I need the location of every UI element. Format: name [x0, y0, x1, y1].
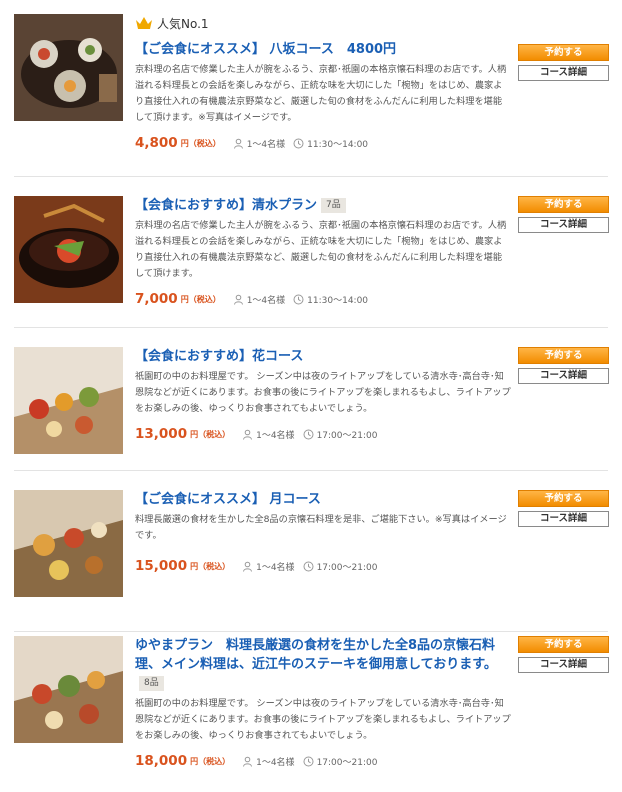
clock-icon	[303, 561, 314, 571]
price-unit: 円（税込）	[180, 294, 221, 304]
clock-icon	[293, 294, 304, 304]
person-icon	[233, 294, 243, 305]
course-photo[interactable]	[14, 196, 123, 303]
course-title[interactable]: ゆやまプラン 料理長厳選の食材を生かした全8品の京懐石料理、メイン料理は、近江牛…	[135, 636, 511, 693]
dish-count-badge: 7品	[321, 198, 346, 213]
course-price: 4,800	[135, 135, 178, 151]
clock-icon	[293, 138, 304, 148]
crown-icon	[136, 17, 152, 29]
course-detail-button[interactable]: コース詳細	[518, 217, 609, 233]
person-icon	[243, 429, 253, 440]
reserve-button[interactable]: 予約する	[518, 636, 609, 653]
course-price: 15,000	[135, 558, 188, 574]
course-title[interactable]: 【会食におすすめ】清水プラン 7品	[135, 196, 511, 215]
clock-icon	[303, 756, 314, 766]
course-time: 17:00～21:00	[316, 430, 378, 441]
price-unit: 円（税込）	[190, 561, 231, 571]
course-item: ゆやまプラン 料理長厳選の食材を生かした全8品の京懐石料理、メイン料理は、近江牛…	[14, 633, 609, 792]
course-photo[interactable]	[14, 347, 123, 454]
person-icon	[243, 561, 253, 572]
reserve-button[interactable]: 予約する	[518, 44, 609, 61]
course-time: 17:00～21:00	[316, 562, 378, 573]
course-title[interactable]: 【ご会食にオススメ】 月コース	[135, 490, 511, 509]
course-description: 祇園町の中のお料理屋です。 シーズン中は夜のライトアップをしている清水寺･高台寺…	[135, 698, 511, 741]
guest-count: 1～4名様	[256, 757, 295, 768]
reserve-button[interactable]: 予約する	[518, 196, 609, 213]
course-title[interactable]: 【ご会食にオススメ】 八坂コース 4800円	[135, 40, 511, 59]
course-detail-button[interactable]: コース詳細	[518, 65, 609, 81]
clock-icon	[303, 429, 314, 439]
price-unit: 円（税込）	[180, 138, 221, 148]
course-detail-button[interactable]: コース詳細	[518, 511, 609, 527]
course-description: 料理長厳選の食材を生かした全8品の京懐石料理を是非、ご堪能下さい。※写真はイメー…	[135, 514, 507, 541]
reserve-button[interactable]: 予約する	[518, 347, 609, 364]
course-detail-button[interactable]: コース詳細	[518, 657, 609, 673]
person-icon	[243, 756, 253, 767]
person-icon	[233, 138, 243, 149]
course-time: 11:30～14:00	[307, 139, 369, 150]
course-description: 祇園町の中のお料理屋です。 シーズン中は夜のライトアップをしている清水寺･高台寺…	[135, 371, 511, 414]
course-time: 11:30～14:00	[307, 295, 369, 306]
guest-count: 1～4名様	[246, 295, 286, 306]
price-unit: 円（税込）	[190, 429, 231, 439]
course-title[interactable]: 【会食におすすめ】花コース	[135, 347, 511, 366]
course-detail-button[interactable]: コース詳細	[518, 368, 609, 384]
price-unit: 円（税込）	[190, 756, 231, 766]
course-photo[interactable]	[14, 636, 123, 743]
course-price: 7,000	[135, 291, 178, 307]
course-description: 京料理の名店で修業した主人が腕をふるう、京都･祇園の本格京懐石料理のお店です。人…	[135, 64, 507, 123]
reserve-button[interactable]: 予約する	[518, 490, 609, 507]
guest-count: 1～4名様	[256, 562, 295, 573]
dish-count-badge: 8品	[139, 676, 164, 691]
course-description: 京料理の名店で修業した主人が腕をふるう、京都･祇園の本格京懐石料理のお店です。人…	[135, 220, 507, 279]
course-time: 17:00～21:00	[316, 757, 378, 768]
course-photo[interactable]	[14, 490, 123, 597]
course-price: 13,000	[135, 426, 188, 442]
course-price: 18,000	[135, 753, 188, 769]
course-item: 【ご会食にオススメ】 月コース 料理長厳選の食材を生かした全8品の京懐石料理を是…	[14, 472, 609, 632]
guest-count: 1～4名様	[246, 139, 286, 150]
course-item: 【会食におすすめ】花コース 祇園町の中のお料理屋です。 シーズン中は夜のライトア…	[14, 329, 609, 471]
course-photo[interactable]	[14, 14, 123, 121]
guest-count: 1～4名様	[256, 430, 295, 441]
ranking-badge: 人気No.1	[135, 14, 511, 32]
course-item: 【会食におすすめ】清水プラン 7品 京料理の名店で修業した主人が腕をふるう、京都･…	[14, 178, 609, 328]
ranking-label: 人気No.1	[157, 16, 209, 31]
course-item: 人気No.1 【ご会食にオススメ】 八坂コース 4800円 京料理の名店で修業し…	[14, 10, 609, 177]
